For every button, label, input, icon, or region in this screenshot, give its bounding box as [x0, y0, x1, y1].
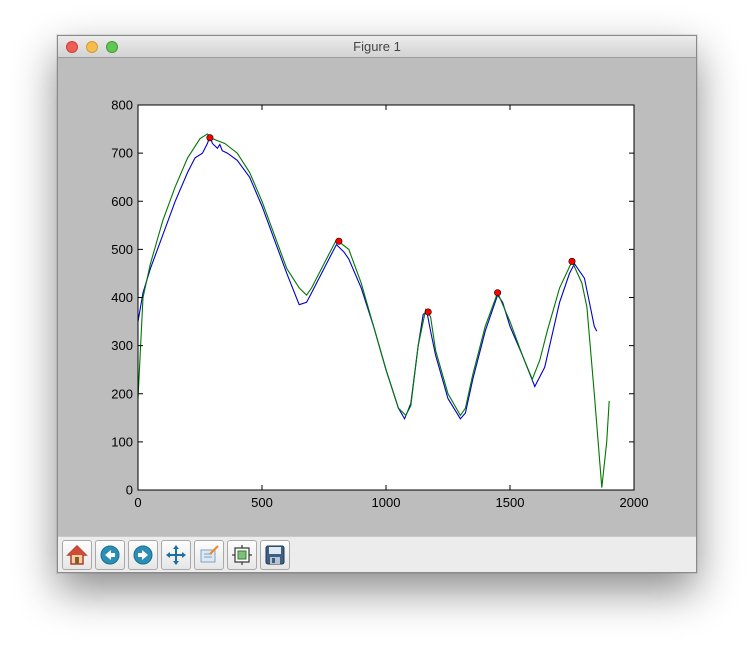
peak-marker: [335, 237, 343, 245]
zoom-rect-icon: [200, 545, 219, 563]
window-title: Figure 1: [353, 39, 401, 54]
y-tick-label: 500: [111, 242, 133, 257]
y-tick-label: 800: [111, 98, 133, 113]
figure-window: Figure 1 0 500 1000 1500 2000 0 100 200 300 400 50…: [57, 35, 697, 573]
x-tick-label: 0: [134, 495, 141, 510]
pan-button[interactable]: [161, 540, 191, 570]
move-icon: [166, 545, 186, 565]
y-tick-label: 100: [111, 434, 133, 449]
configure-subplots-icon: [232, 545, 252, 565]
plot-area: [138, 105, 634, 490]
line-chart: 0 500 1000 1500 2000 0 100 200 300 400 500 600 700 80…: [111, 98, 649, 511]
y-tick-label: 600: [111, 194, 133, 209]
subplots-button[interactable]: [227, 540, 257, 570]
x-tick-label: 1500: [496, 495, 525, 510]
save-button[interactable]: [260, 540, 290, 570]
peak-marker: [424, 308, 432, 316]
x-tick-label: 1000: [372, 495, 401, 510]
y-tick-label: 0: [126, 483, 133, 498]
figure-canvas[interactable]: 0 500 1000 1500 2000 0 100 200 300 400 500 600 700 80…: [58, 58, 696, 536]
y-tick-label: 300: [111, 338, 133, 353]
peak-marker: [568, 257, 576, 265]
y-tick-label: 700: [111, 146, 133, 161]
back-arrow-icon: [100, 545, 120, 565]
forward-arrow-icon: [133, 545, 153, 565]
y-tick-label: 200: [111, 386, 133, 401]
forward-button[interactable]: [128, 540, 158, 570]
peak-marker: [494, 289, 502, 297]
home-icon: [66, 544, 88, 565]
title-bar[interactable]: Figure 1: [58, 36, 696, 58]
zoom-button[interactable]: [194, 540, 224, 570]
peak-marker: [206, 134, 214, 142]
navigation-toolbar: [58, 536, 696, 572]
back-button[interactable]: [95, 540, 125, 570]
x-tick-label: 500: [251, 495, 273, 510]
y-tick-label: 400: [111, 290, 133, 305]
x-tick-label: 2000: [620, 495, 649, 510]
floppy-disk-icon: [265, 545, 285, 565]
home-button[interactable]: [62, 540, 92, 570]
